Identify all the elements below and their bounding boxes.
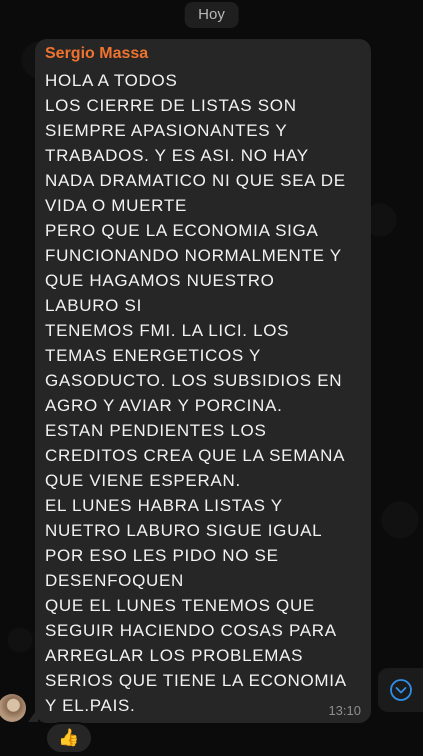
reaction-badge[interactable]: 👍 [45, 722, 93, 754]
message-line: DESENFOQUEN [45, 571, 184, 590]
message-line: HOLA A TODOS [45, 71, 178, 90]
message-line: CREDITOS CREA QUE LA SEMANA [45, 446, 346, 465]
message-line: QUE VIENE ESPERAN. [45, 471, 241, 490]
message-line: Y EL.PAIS. [45, 696, 136, 715]
message-line: VIDA O MUERTE [45, 196, 187, 215]
message-line: AGRO Y AVIAR Y PORCINA. [45, 396, 283, 415]
message-line: ESTAN PENDIENTES LOS [45, 421, 267, 440]
message-line: FUNCIONANDO NORMALMENTE Y [45, 246, 342, 265]
sender-name[interactable]: Sergio Massa [45, 44, 361, 64]
message-line: TEMAS ENERGETICOS Y [45, 346, 262, 365]
message-line: TENEMOS FMI. LA LICI. LOS [45, 321, 290, 340]
message-line: SEGUIR HACIENDO COSAS PARA [45, 621, 337, 640]
thumbs-up-icon: 👍 [58, 728, 80, 747]
message-line: QUE HAGAMOS NUESTRO [45, 271, 275, 290]
message-line: TRABADOS. Y ES ASI. NO HAY [45, 146, 309, 165]
message-line: SERIOS QUE TIENE LA ECONOMIA [45, 671, 347, 690]
message-line: LABURO SI [45, 296, 142, 315]
date-divider: Hoy [184, 2, 239, 28]
message-bubble[interactable]: Sergio Massa HOLA A TODOS LOS CIERRE DE … [35, 39, 371, 723]
message-line: EL LUNES HABRA LISTAS Y [45, 496, 283, 515]
message-line: PERO QUE LA ECONOMIA SIGA [45, 221, 319, 240]
chevron-down-circle-icon [390, 679, 412, 701]
message-line: SIEMPRE APASIONANTES Y [45, 121, 288, 140]
message-line: NADA DRAMATICO NI QUE SEA DE [45, 171, 346, 190]
scroll-to-bottom-button[interactable] [378, 668, 423, 712]
message-text: HOLA A TODOS LOS CIERRE DE LISTAS SON SI… [45, 68, 361, 718]
message-line: ARREGLAR LOS PROBLEMAS [45, 646, 304, 665]
message-line: GASODUCTO. LOS SUBSIDIOS EN [45, 371, 343, 390]
message-line: LOS CIERRE DE LISTAS SON [45, 96, 297, 115]
message-timestamp: 13:10 [328, 703, 361, 718]
message-line: NUETRO LABURO SIGUE IGUAL [45, 521, 323, 540]
message-line: POR ESO LES PIDO NO SE [45, 546, 279, 565]
message-line: QUE EL LUNES TENEMOS QUE [45, 596, 315, 615]
